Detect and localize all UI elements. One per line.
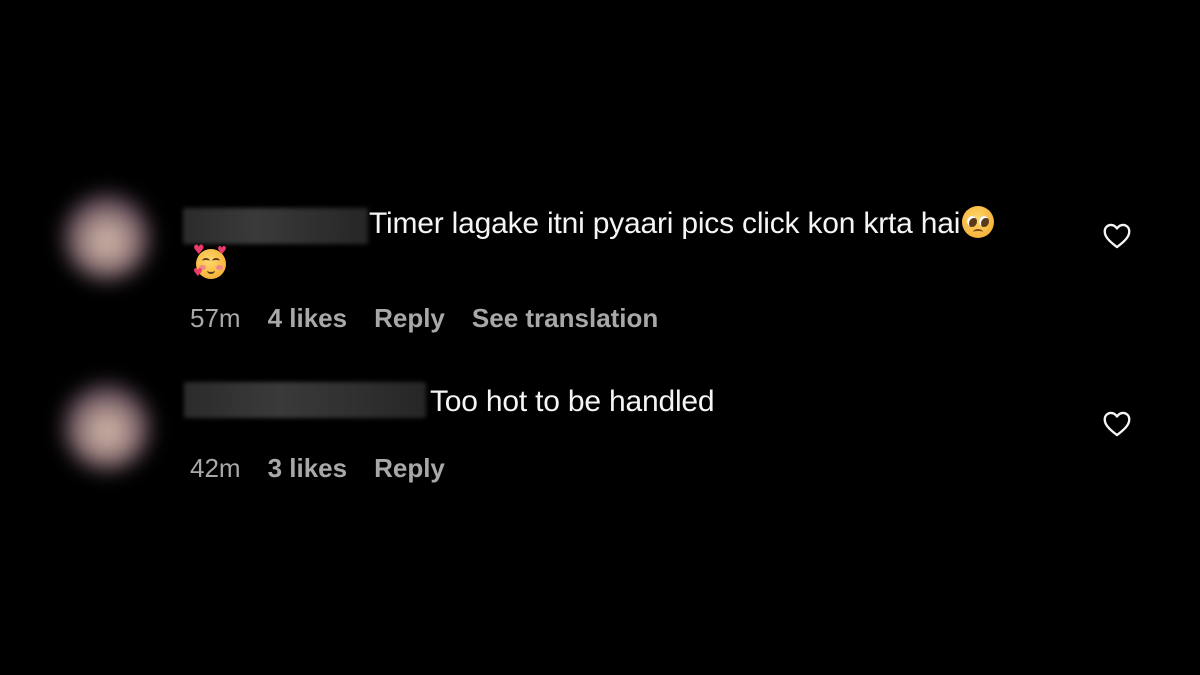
- reply-button[interactable]: Reply: [374, 453, 445, 483]
- see-translation-button[interactable]: See translation: [472, 303, 658, 333]
- likes-count-button[interactable]: 3 likes: [268, 453, 348, 483]
- comment-text: Too hot to be handled: [430, 385, 715, 418]
- avatar[interactable]: [42, 362, 172, 492]
- reply-button[interactable]: Reply: [374, 303, 445, 333]
- username-blurred[interactable]: [184, 382, 426, 418]
- pleading-face-emoji: [962, 206, 995, 238]
- comment-meta: 42m 3 likes Reply: [190, 453, 472, 483]
- username-blurred[interactable]: [183, 208, 368, 244]
- likes-count-button[interactable]: 4 likes: [268, 303, 348, 333]
- comment-timestamp: 42m: [190, 453, 241, 483]
- avatar[interactable]: [42, 172, 172, 302]
- like-heart-icon[interactable]: [1103, 411, 1131, 437]
- comment-text-content: Timer lagake itni pyaari pics click kon …: [369, 207, 961, 240]
- like-heart-icon[interactable]: [1103, 223, 1131, 249]
- comment-timestamp: 57m: [190, 303, 241, 333]
- comment-item: Timer lagake itni pyaari pics click kon …: [0, 172, 1200, 352]
- comment-meta: 57m 4 likes Reply See translation: [190, 303, 685, 333]
- comments-panel: Timer lagake itni pyaari pics click kon …: [0, 0, 1200, 675]
- comment-text: Timer lagake itni pyaari pics click kon …: [369, 206, 995, 242]
- comment-item: Too hot to be handled 42m 3 likes Reply: [0, 362, 1200, 502]
- smiling-face-with-hearts-emoji: ♥ ♥ ♥: [193, 243, 227, 279]
